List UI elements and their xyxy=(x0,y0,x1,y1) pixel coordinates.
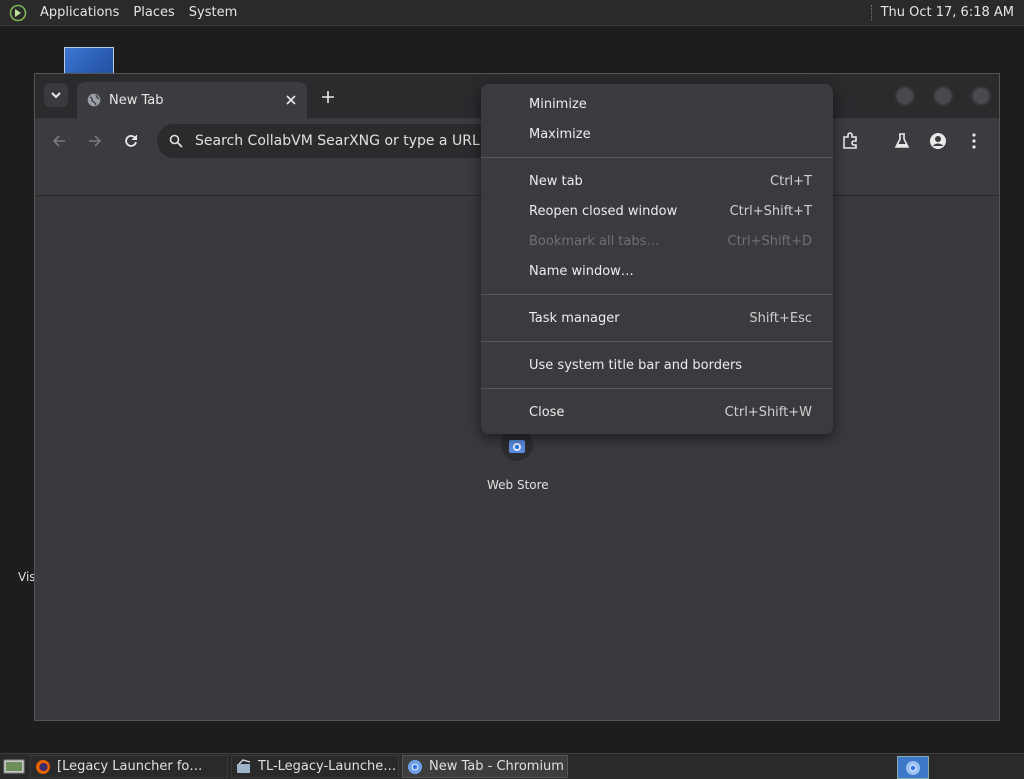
window-close-button[interactable] xyxy=(971,86,991,106)
taskbar-task-tl-legacy-launcher[interactable]: TL-Legacy-Launche… xyxy=(231,755,399,778)
new-tab-button[interactable] xyxy=(317,86,339,108)
installer-icon xyxy=(237,758,251,773)
menu-item-label: Use system title bar and borders xyxy=(529,357,743,373)
flask-icon xyxy=(894,133,910,148)
firefox-icon xyxy=(36,759,50,774)
menu-item-label: Name window… xyxy=(529,263,634,279)
window-context-menu: Minimize Maximize New tab Ctrl+T Reopen … xyxy=(481,84,833,434)
menu-item-name-window[interactable]: Name window… xyxy=(481,256,833,286)
menu-item-label: Close xyxy=(529,404,565,420)
avatar-icon xyxy=(930,133,946,149)
show-desktop-icon[interactable] xyxy=(3,758,25,776)
arrow-right-icon xyxy=(89,135,102,147)
taskbar-task-label: New Tab - Chromium xyxy=(429,759,564,774)
forward-button[interactable] xyxy=(84,130,106,152)
menu-item-shortcut: Shift+Esc xyxy=(749,310,812,326)
chevron-down-icon xyxy=(51,92,61,99)
menu-button[interactable] xyxy=(963,130,985,152)
puzzle-icon xyxy=(843,132,857,149)
menu-item-bookmark-all-tabs: Bookmark all tabs… Ctrl+Shift+D xyxy=(481,226,833,256)
menu-item-task-manager[interactable]: Task manager Shift+Esc xyxy=(481,303,833,333)
chrome-web-store-icon xyxy=(509,440,525,453)
menu-item-shortcut: Ctrl+Shift+D xyxy=(727,233,812,249)
menu-item-minimize[interactable]: Minimize xyxy=(481,89,833,119)
omnibox-placeholder: Search CollabVM SearXNG or type a URL xyxy=(195,133,480,149)
tab-new-tab[interactable]: New Tab xyxy=(77,82,307,118)
profile-button[interactable] xyxy=(927,130,949,152)
window-minimize-button[interactable] xyxy=(895,86,915,106)
menu-item-label: New tab xyxy=(529,173,583,189)
taskbar: [Legacy Launcher fo… TL-Legacy-Launche… … xyxy=(0,753,1024,779)
reload-icon xyxy=(125,135,137,147)
search-icon xyxy=(169,134,183,148)
menu-item-maximize[interactable]: Maximize xyxy=(481,119,833,149)
extensions-button[interactable] xyxy=(839,130,861,152)
tab-title: New Tab xyxy=(109,92,164,108)
back-button[interactable] xyxy=(48,130,70,152)
tab-close-icon[interactable] xyxy=(281,90,301,110)
menu-separator xyxy=(481,341,833,342)
os-logo-icon[interactable] xyxy=(9,4,27,22)
taskbar-task-legacy-launcher-firefox[interactable]: [Legacy Launcher fo… xyxy=(30,755,228,778)
tray-chromium-icon[interactable] xyxy=(897,756,929,779)
places-menu[interactable]: Places xyxy=(126,5,181,20)
arrow-left-icon xyxy=(52,135,65,147)
menu-item-shortcut: Ctrl+Shift+W xyxy=(724,404,812,420)
menu-item-label: Maximize xyxy=(529,126,591,142)
window-maximize-button[interactable] xyxy=(933,86,953,106)
menu-item-reopen-closed-window[interactable]: Reopen closed window Ctrl+Shift+T xyxy=(481,196,833,226)
clock[interactable]: Thu Oct 17, 6:18 AM xyxy=(881,5,1024,20)
globe-icon xyxy=(87,93,101,107)
menu-item-label: Bookmark all tabs… xyxy=(529,233,660,249)
menu-separator xyxy=(481,294,833,295)
menu-separator xyxy=(481,388,833,389)
labs-button[interactable] xyxy=(891,130,913,152)
menu-separator xyxy=(481,157,833,158)
menu-item-close[interactable]: Close Ctrl+Shift+W xyxy=(481,397,833,427)
menu-item-label: Minimize xyxy=(529,96,587,112)
tab-search-button[interactable] xyxy=(44,83,68,107)
applications-menu[interactable]: Applications xyxy=(33,5,126,20)
taskbar-task-label: TL-Legacy-Launche… xyxy=(258,759,397,774)
menu-item-label: Task manager xyxy=(529,310,620,326)
kebab-menu-icon xyxy=(972,133,976,149)
menu-item-label: Reopen closed window xyxy=(529,203,678,219)
menu-item-shortcut: Ctrl+T xyxy=(770,173,812,189)
system-menu[interactable]: System xyxy=(182,5,244,20)
taskbar-task-chromium[interactable]: New Tab - Chromium xyxy=(402,755,568,778)
panel-separator xyxy=(870,4,873,21)
menu-item-shortcut: Ctrl+Shift+T xyxy=(729,203,812,219)
taskbar-task-label: [Legacy Launcher fo… xyxy=(57,759,203,774)
chromium-icon xyxy=(408,759,422,774)
desktop-icon-label[interactable]: Vis xyxy=(18,570,36,584)
menu-item-system-title-bar[interactable]: Use system title bar and borders xyxy=(481,350,833,380)
reload-button[interactable] xyxy=(120,130,142,152)
menu-item-new-tab[interactable]: New tab Ctrl+T xyxy=(481,166,833,196)
web-store-label[interactable]: Web Store xyxy=(487,478,549,492)
plus-icon xyxy=(322,91,334,103)
top-panel: Applications Places System Thu Oct 17, 6… xyxy=(0,0,1024,26)
